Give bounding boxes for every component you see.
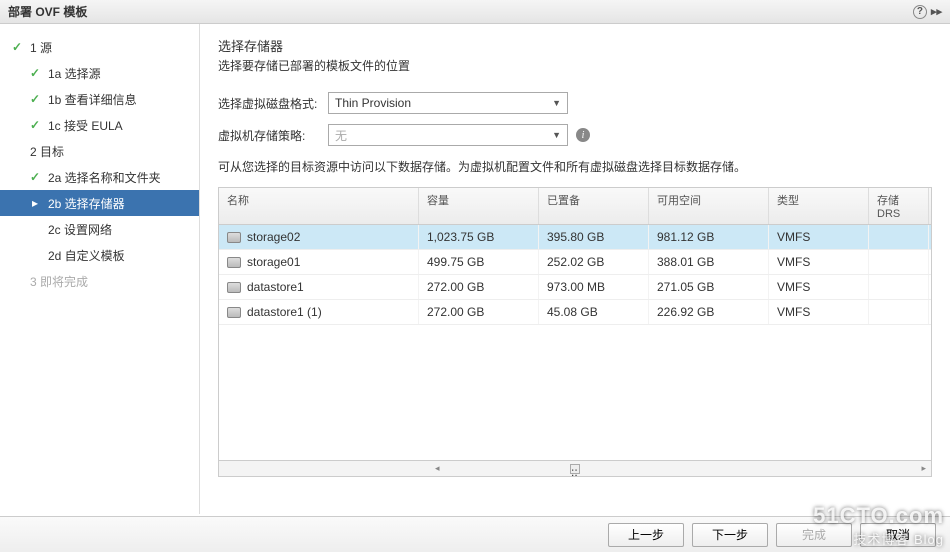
arrow-icon: ▸ <box>28 196 42 210</box>
col-drs[interactable]: 存储 DRS <box>869 188 929 224</box>
col-type[interactable]: 类型 <box>769 188 869 224</box>
cell-drs <box>869 300 929 324</box>
cell-type: VMFS <box>769 300 869 324</box>
instruction-text: 可从您选择的目标资源中访问以下数据存储。为虚拟机配置文件和所有虚拟磁盘选择目标数… <box>218 158 932 175</box>
nav-customize-template[interactable]: 2d 自定义模板 <box>0 242 199 268</box>
scroll-thumb[interactable]: :: <box>570 464 580 474</box>
main-panel: 选择存储器 选择要存储已部署的模板文件的位置 选择虚拟磁盘格式: Thin Pr… <box>200 24 950 514</box>
table-row[interactable]: datastore1272.00 GB973.00 MB271.05 GBVMF… <box>219 275 931 300</box>
disk-format-select[interactable]: Thin Provision ▼ <box>328 92 568 114</box>
storage-policy-select[interactable]: 无 ▼ <box>328 124 568 146</box>
next-button[interactable]: 下一步 <box>692 523 768 547</box>
cell-free: 271.05 GB <box>649 275 769 299</box>
table-row[interactable]: datastore1 (1)272.00 GB45.08 GB226.92 GB… <box>219 300 931 325</box>
cell-capacity: 272.00 GB <box>419 275 539 299</box>
datastore-icon <box>227 282 241 293</box>
cell-type: VMFS <box>769 225 869 249</box>
disk-format-label: 选择虚拟磁盘格式: <box>218 95 328 112</box>
check-icon: ✓ <box>28 66 42 80</box>
datastore-icon <box>227 232 241 243</box>
nav-setup-networks[interactable]: 2c 设置网络 <box>0 216 199 242</box>
titlebar: 部署 OVF 模板 ? ▸▸ <box>0 0 950 24</box>
cell-name: storage01 <box>219 250 419 274</box>
datastore-icon <box>227 307 241 318</box>
check-icon: ✓ <box>28 92 42 106</box>
col-capacity[interactable]: 容量 <box>419 188 539 224</box>
cell-provisioned: 395.80 GB <box>539 225 649 249</box>
cell-drs <box>869 250 929 274</box>
cell-drs <box>869 225 929 249</box>
panel-title: 选择存储器 <box>218 36 932 55</box>
cell-free: 981.12 GB <box>649 225 769 249</box>
cell-name: datastore1 <box>219 275 419 299</box>
cell-capacity: 1,023.75 GB <box>419 225 539 249</box>
cell-provisioned: 252.02 GB <box>539 250 649 274</box>
table-row[interactable]: storage01499.75 GB252.02 GB388.01 GBVMFS <box>219 250 931 275</box>
cell-capacity: 272.00 GB <box>419 300 539 324</box>
cell-name: datastore1 (1) <box>219 300 419 324</box>
datastore-icon <box>227 257 241 268</box>
cell-type: VMFS <box>769 250 869 274</box>
check-icon: ✓ <box>28 170 42 184</box>
back-button[interactable]: 上一步 <box>608 523 684 547</box>
chevron-down-icon: ▼ <box>552 130 561 140</box>
help-icon[interactable]: ? <box>913 5 927 19</box>
col-provisioned[interactable]: 已置备 <box>539 188 649 224</box>
cancel-button[interactable]: 取消 <box>860 523 936 547</box>
chevron-down-icon: ▼ <box>552 98 561 108</box>
nav-ready-complete: 3 即将完成 <box>0 268 199 294</box>
info-icon[interactable]: i <box>576 128 590 142</box>
nav-review-details[interactable]: ✓1b 查看详细信息 <box>0 86 199 112</box>
nav-destination[interactable]: 2 目标 <box>0 138 199 164</box>
cell-free: 226.92 GB <box>649 300 769 324</box>
table-body: storage021,023.75 GB395.80 GB981.12 GBVM… <box>219 225 931 460</box>
col-name[interactable]: 名称 <box>219 188 419 224</box>
wizard-footer: 上一步 下一步 完成 取消 <box>0 516 950 552</box>
pin-icon[interactable]: ▸▸ <box>931 5 942 18</box>
horizontal-scrollbar[interactable]: ◂ :: ▸ <box>219 460 931 476</box>
cell-name: storage02 <box>219 225 419 249</box>
nav-select-name-folder[interactable]: ✓2a 选择名称和文件夹 <box>0 164 199 190</box>
storage-policy-label: 虚拟机存储策略: <box>218 127 328 144</box>
nav-select-source[interactable]: ✓1a 选择源 <box>0 60 199 86</box>
col-free[interactable]: 可用空间 <box>649 188 769 224</box>
table-row[interactable]: storage021,023.75 GB395.80 GB981.12 GBVM… <box>219 225 931 250</box>
finish-button: 完成 <box>776 523 852 547</box>
nav-accept-eula[interactable]: ✓1c 接受 EULA <box>0 112 199 138</box>
cell-provisioned: 973.00 MB <box>539 275 649 299</box>
nav-source[interactable]: ✓1 源 <box>0 34 199 60</box>
window-title: 部署 OVF 模板 <box>8 3 87 20</box>
panel-desc: 选择要存储已部署的模板文件的位置 <box>218 57 932 74</box>
cell-provisioned: 45.08 GB <box>539 300 649 324</box>
table-header: 名称 容量 已置备 可用空间 类型 存储 DRS <box>219 188 931 225</box>
cell-type: VMFS <box>769 275 869 299</box>
nav-select-storage[interactable]: ▸2b 选择存储器 <box>0 190 199 216</box>
check-icon: ✓ <box>28 118 42 132</box>
cell-capacity: 499.75 GB <box>419 250 539 274</box>
datastore-table: 名称 容量 已置备 可用空间 类型 存储 DRS storage021,023.… <box>218 187 932 477</box>
cell-drs <box>869 275 929 299</box>
cell-free: 388.01 GB <box>649 250 769 274</box>
wizard-nav: ✓1 源 ✓1a 选择源 ✓1b 查看详细信息 ✓1c 接受 EULA 2 目标… <box>0 24 200 514</box>
check-icon: ✓ <box>10 40 24 54</box>
